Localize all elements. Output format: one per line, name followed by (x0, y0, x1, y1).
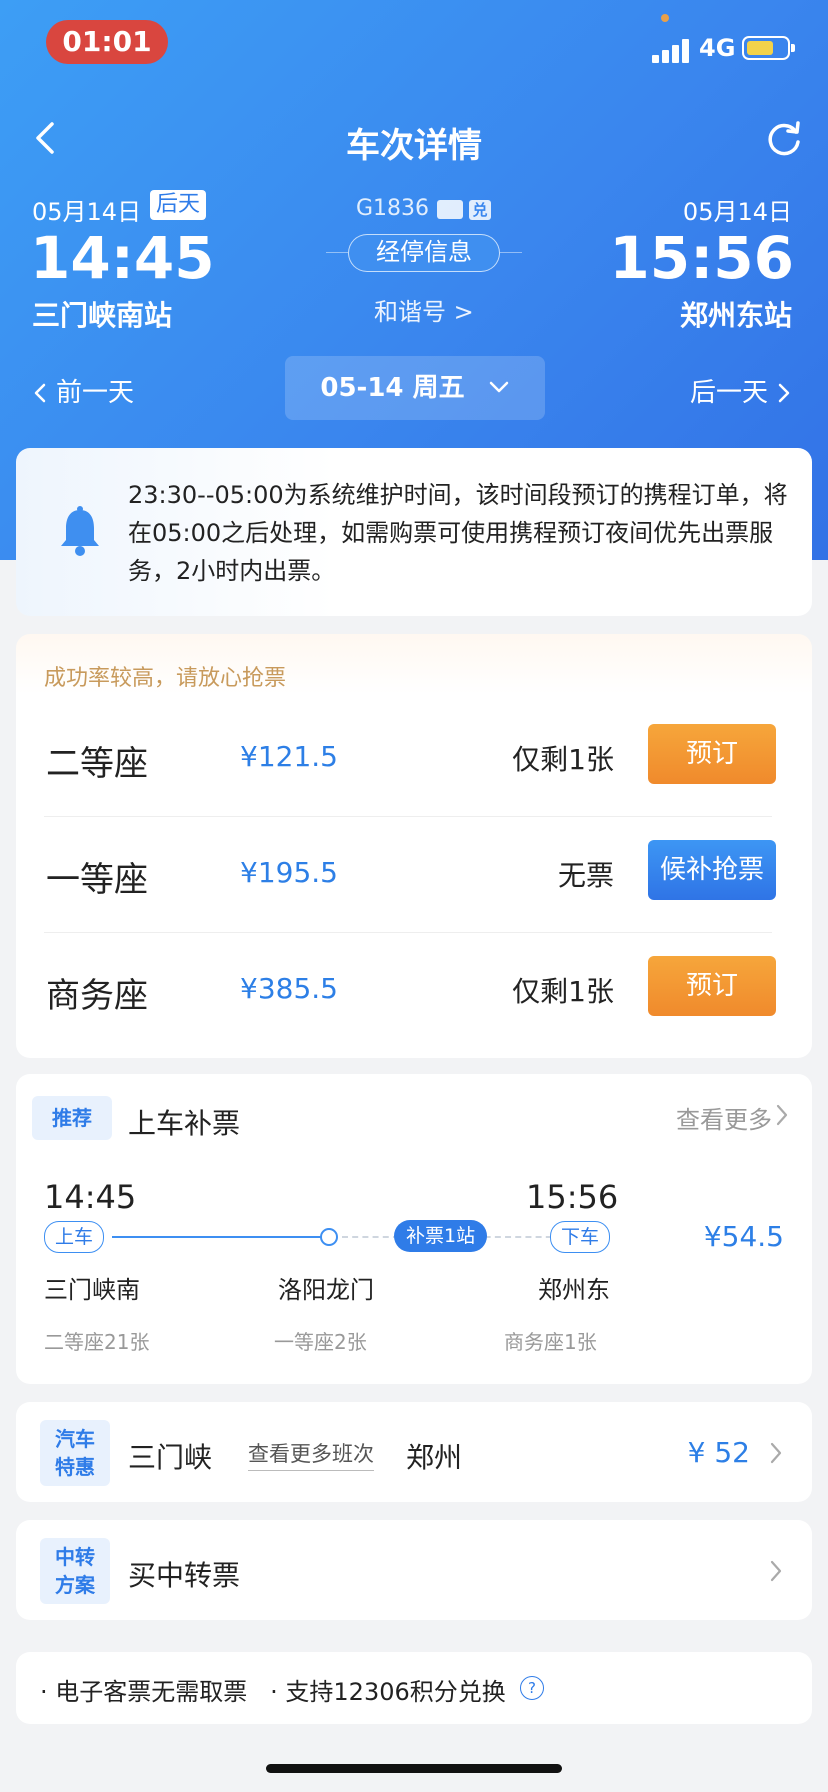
row-divider (44, 932, 772, 933)
more-bus-link[interactable]: 查看更多班次 (248, 1438, 374, 1471)
book-button[interactable]: 预订 (648, 724, 776, 784)
train-number: G1836 (356, 196, 430, 221)
bus-price: ¥ 52 (687, 1436, 750, 1469)
seat-row: 一等座 ¥195.5 无票 候补抢票 (16, 816, 812, 932)
signal-icon (652, 37, 692, 63)
privacy-indicator-icon (661, 14, 669, 22)
footer-text: · 电子客票无需取票 · 支持12306积分兑换 (40, 1678, 506, 1706)
seat-class: 商务座 (46, 976, 148, 1016)
transfer-title: 买中转票 (128, 1559, 241, 1592)
footer-info: · 电子客票无需取票 · 支持12306积分兑换 ? (16, 1652, 812, 1724)
help-icon[interactable]: ? (520, 1676, 544, 1700)
station-name: 洛阳龙门 (278, 1276, 374, 1304)
chevron-down-icon (489, 381, 508, 393)
maintenance-notice: 23:30--05:00为系统维护时间，该时间段预订的携程订单，将在05:00之… (16, 448, 812, 616)
route-node (320, 1228, 338, 1246)
status-time: 01:01 (46, 20, 168, 64)
chevron-left-icon (34, 383, 46, 403)
badge-line: 中转 (55, 1545, 95, 1569)
seat-count: 二等座21张 (44, 1330, 150, 1354)
seat-class: 二等座 (46, 744, 148, 784)
alight-tag: 下车 (550, 1221, 611, 1253)
board-time: 14:45 (44, 1178, 137, 1216)
seat-count: 商务座1张 (504, 1330, 597, 1354)
seat-price: ¥195.5 (240, 856, 338, 889)
arrival-date: 05月14日 (682, 198, 792, 226)
board-tag: 上车 (44, 1221, 105, 1253)
transfer-badge: 中转 方案 (40, 1538, 110, 1604)
id-card-icon (437, 200, 463, 219)
departure-station: 三门峡南站 (32, 299, 173, 332)
bus-deal-row[interactable]: 汽车 特惠 三门峡 查看更多班次 郑州 ¥ 52 (16, 1402, 812, 1502)
bus-destination: 郑州 (406, 1441, 463, 1474)
alight-time: 15:56 (526, 1178, 619, 1216)
route-line-paid (112, 1236, 326, 1238)
recommend-price: ¥54.5 (703, 1220, 784, 1253)
book-button[interactable]: 预订 (648, 956, 776, 1016)
chevron-right-icon (776, 1104, 788, 1126)
previous-day-button[interactable]: 前一天 (32, 372, 134, 409)
page-title: 车次详情 (346, 126, 482, 166)
seat-price: ¥121.5 (240, 740, 338, 773)
station-name: 郑州东 (538, 1276, 610, 1304)
row-divider (44, 816, 772, 817)
notice-text: 23:30--05:00为系统维护时间，该时间段预订的携程订单，将在05:00之… (128, 481, 788, 585)
bell-icon (61, 506, 99, 556)
seat-count: 一等座2张 (274, 1330, 367, 1354)
transfer-row[interactable]: 中转 方案 买中转票 (16, 1520, 812, 1620)
previous-day-label: 前一天 (56, 378, 135, 408)
recommend-title: 上车补票 (128, 1107, 241, 1140)
arrival-station: 郑州东站 (679, 299, 792, 332)
chevron-right-icon (770, 1442, 782, 1464)
status-bar: 01:01 4G (0, 0, 828, 90)
home-indicator (266, 1764, 562, 1773)
bus-origin: 三门峡 (128, 1441, 213, 1474)
train-type-link[interactable]: 和谐号 > (374, 292, 474, 327)
next-day-button[interactable]: 后一天 (690, 372, 792, 409)
battery-icon (742, 36, 795, 60)
departure-time: 14:45 (30, 224, 215, 292)
stops-info-button[interactable]: 经停信息 (348, 234, 500, 272)
chevron-right-icon (770, 1560, 782, 1582)
seat-row: 二等座 ¥121.5 仅剩1张 预订 (16, 700, 812, 816)
badge-line: 汽车 (55, 1427, 95, 1451)
bus-deal-badge: 汽车 特惠 (40, 1420, 110, 1486)
departure-date: 05月14日 (32, 198, 142, 226)
view-more-link[interactable]: 查看更多 (676, 1100, 772, 1135)
badge-line: 特惠 (55, 1455, 95, 1479)
success-tip: 成功率较高，请放心抢票 (44, 666, 287, 691)
arrival-time: 15:56 (609, 224, 794, 292)
recommend-badge: 推荐 (32, 1096, 112, 1140)
seat-availability: 仅剩1张 (512, 975, 614, 1008)
station-name: 三门峡南 (44, 1276, 140, 1304)
onboard-ticket-card[interactable]: 推荐 上车补票 查看更多 14:45 15:56 上车 补票1站 下车 ¥54.… (16, 1074, 812, 1384)
refresh-icon[interactable] (764, 120, 804, 160)
chevron-right-icon (778, 383, 790, 403)
fill-ticket-tag: 补票1站 (394, 1220, 488, 1252)
exchange-icon: 兑 (469, 200, 491, 220)
badge-line: 方案 (55, 1573, 95, 1597)
seat-price: ¥385.5 (240, 972, 338, 1005)
date-selector[interactable]: 05-14 周五 (285, 356, 545, 420)
waitlist-button[interactable]: 候补抢票 (648, 840, 776, 900)
seat-availability: 无票 (557, 859, 614, 892)
seat-options: 成功率较高，请放心抢票 二等座 ¥121.5 仅剩1张 预订 一等座 ¥195.… (16, 634, 812, 1058)
seat-class: 一等座 (46, 860, 148, 900)
next-day-label: 后一天 (689, 378, 768, 408)
date-selector-label: 05-14 周五 (320, 373, 465, 403)
network-type: 4G (699, 34, 736, 62)
seat-row: 商务座 ¥385.5 仅剩1张 预订 (16, 932, 812, 1048)
seat-availability: 仅剩1张 (512, 743, 614, 776)
day-tag: 后天 (150, 190, 207, 220)
